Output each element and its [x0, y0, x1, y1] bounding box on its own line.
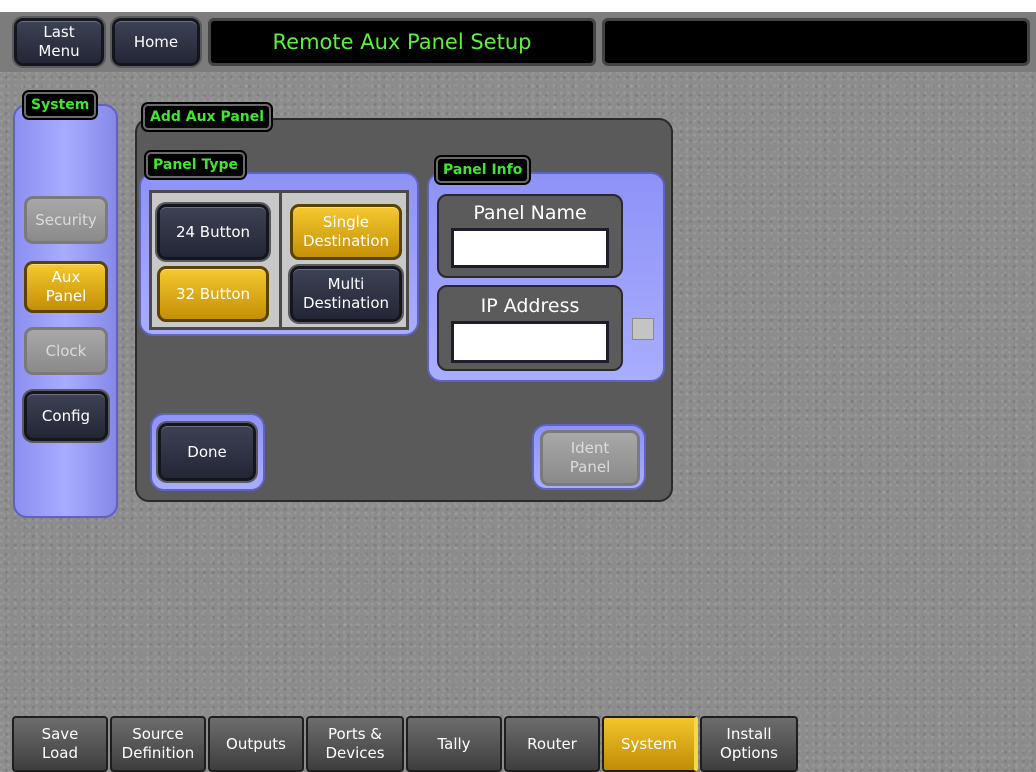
tab-outputs[interactable]: Outputs	[208, 716, 304, 772]
panel-info-tag: Panel Info	[436, 157, 530, 183]
tab-router[interactable]: Router	[504, 716, 600, 772]
tab-tally[interactable]: Tally	[406, 716, 502, 772]
home-button[interactable]: Home	[112, 18, 200, 66]
ident-panel-button[interactable]: Ident Panel	[540, 430, 640, 486]
connection-indicator-icon	[632, 318, 654, 340]
multi-destination-option[interactable]: Multi Destination	[290, 266, 402, 322]
sidebar-item-security[interactable]: Security	[24, 196, 108, 244]
sidebar-item-clock[interactable]: Clock	[24, 327, 108, 375]
panel-name-box: Panel Name	[437, 194, 623, 278]
panel-type-tag: Panel Type	[146, 152, 245, 178]
tab-system[interactable]: System	[602, 716, 698, 772]
sidebar-tag: System	[24, 92, 97, 118]
tab-install-options[interactable]: Install Options	[700, 716, 798, 772]
add-aux-panel-tag: Add Aux Panel	[143, 104, 272, 130]
panel-name-input[interactable]	[451, 228, 609, 268]
tab-save-load[interactable]: Save Load	[12, 716, 108, 772]
24-button-option[interactable]: 24 Button	[157, 204, 269, 260]
tab-ports-devices[interactable]: Ports & Devices	[306, 716, 404, 772]
last-menu-button[interactable]: Last Menu	[14, 18, 104, 66]
sidebar-item-aux-panel[interactable]: Aux Panel	[24, 261, 108, 313]
ip-address-box: IP Address	[437, 285, 623, 371]
ip-address-input[interactable]	[451, 321, 609, 363]
page-title: Remote Aux Panel Setup	[208, 18, 596, 66]
panel-type-divider	[279, 190, 282, 330]
sidebar-item-config[interactable]: Config	[24, 391, 108, 441]
ip-address-label: IP Address	[480, 295, 580, 317]
done-button[interactable]: Done	[158, 423, 256, 481]
screen: { "header": { "last_menu": "Last\nMenu",…	[0, 0, 1036, 772]
single-destination-option[interactable]: Single Destination	[290, 204, 402, 260]
tab-source-definition[interactable]: Source Definition	[110, 716, 206, 772]
32-button-option[interactable]: 32 Button	[157, 266, 269, 322]
panel-name-label: Panel Name	[473, 202, 587, 224]
status-display	[602, 18, 1030, 66]
